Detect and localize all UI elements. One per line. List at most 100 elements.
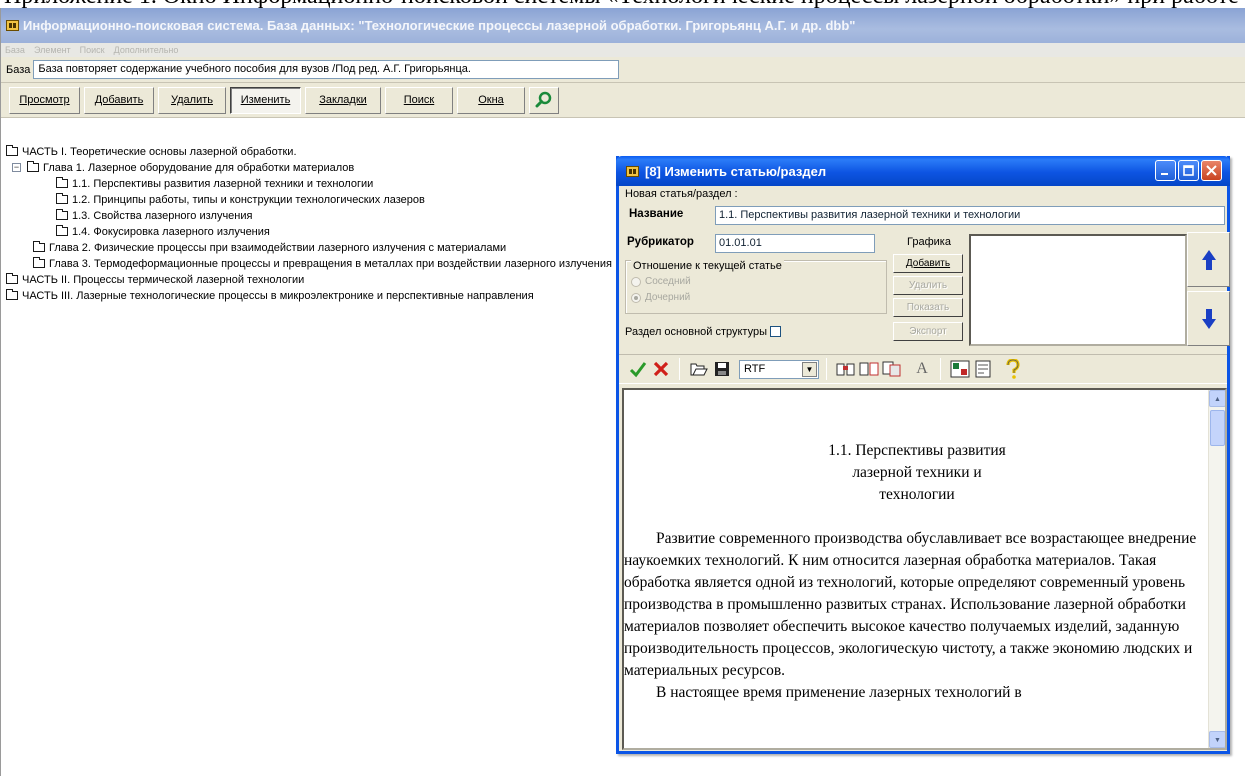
contents-tree: ЧАСТЬ I. Теоретические основы лазерной о… (0, 144, 612, 304)
tree-item[interactable]: 1.2. Принципы работы, типы и конструкции… (0, 192, 612, 208)
tree-item[interactable]: ЧАСТЬ III. Лазерные технологические проц… (0, 288, 612, 304)
minimize-icon (1161, 173, 1168, 175)
graphics-delete-button[interactable]: Удалить (893, 276, 963, 295)
radio-indicator (631, 292, 641, 303)
graphics-export-button[interactable]: Экспорт (893, 322, 963, 341)
folder-icon (6, 273, 18, 284)
tree-item[interactable]: ЧАСТЬ I. Теоретические основы лазерной о… (0, 144, 612, 160)
move-up-button[interactable] (1187, 232, 1230, 287)
folder-icon (6, 289, 18, 300)
tree-item[interactable]: Глава 2. Физические процессы при взаимод… (0, 240, 612, 256)
tree-item[interactable]: − Глава 1. Лазерное оборудование для обр… (0, 160, 612, 176)
graphics-label: Графика (907, 236, 951, 248)
copy-icon (882, 361, 901, 377)
name-input[interactable]: 1.1. Перспективы развития лазерной техни… (715, 206, 1225, 225)
close-button[interactable] (1201, 160, 1222, 181)
document-editor[interactable]: 1.1. Перспективы развития лазерной техни… (622, 388, 1227, 750)
insert-image-button[interactable] (949, 358, 971, 380)
vertical-scrollbar[interactable]: ▲ ▼ (1208, 390, 1225, 748)
folder-icon (6, 145, 18, 156)
menu-search[interactable]: Поиск (80, 45, 105, 55)
binoculars-icon (836, 363, 855, 376)
base-description-field[interactable]: База повторяет содержание учебного пособ… (33, 60, 620, 79)
save-button[interactable] (711, 358, 733, 380)
chevron-down-icon: ▼ (1214, 735, 1221, 744)
graphics-show-button[interactable]: Показать (893, 298, 963, 317)
folder-icon (56, 225, 68, 236)
main-toolbar: Просмотр Добавить Удалить Изменить Закла… (1, 83, 1245, 118)
radio-indicator (631, 276, 641, 287)
tree-item-label: 1.1. Перспективы развития лазерной техни… (72, 178, 374, 190)
document-heading: 1.1. Перспективы развития лазерной техни… (624, 440, 1210, 506)
heading-line-2: лазерной техники и (852, 464, 982, 481)
open-button[interactable] (688, 358, 710, 380)
view-button[interactable]: Просмотр (9, 86, 80, 114)
properties-button[interactable] (972, 358, 994, 380)
scroll-up-button[interactable]: ▲ (1209, 390, 1225, 407)
chevron-down-icon: ▼ (802, 361, 817, 377)
tree-item-label: 1.4. Фокусировка лазерного излучения (72, 226, 270, 238)
add-button[interactable]: Добавить (84, 86, 154, 114)
paragraph-1: Развитие современного производства обусл… (624, 530, 1197, 679)
radio-neighbor[interactable]: Соседний (631, 276, 691, 287)
document-body: Развитие современного производства обусл… (624, 528, 1212, 704)
tree-item-label: ЧАСТЬ III. Лазерные технологические проц… (22, 290, 534, 302)
heading-line-3: технологии (879, 486, 955, 503)
tree-item[interactable]: ЧАСТЬ II. Процессы термической лазерной … (0, 272, 612, 288)
edit-article-dialog: [8] Изменить статью/раздел Новая статья/… (616, 156, 1230, 754)
arrow-up-icon (1201, 249, 1216, 270)
maximize-icon (1183, 165, 1194, 176)
rubricator-label: Рубрикатор (627, 236, 694, 248)
close-icon (1206, 165, 1217, 176)
tree-item-label: ЧАСТЬ I. Теоретические основы лазерной о… (22, 146, 297, 158)
help-button[interactable] (1002, 358, 1024, 380)
folder-icon (56, 209, 68, 220)
menu-base[interactable]: База (5, 45, 25, 55)
name-label: Название (629, 208, 684, 220)
cancel-button[interactable] (650, 358, 672, 380)
bookmarks-button[interactable]: Закладки (305, 86, 381, 114)
collapse-toggle[interactable]: − (12, 163, 21, 172)
menu-extra[interactable]: Дополнительно (114, 45, 179, 55)
check-icon (629, 362, 647, 378)
app-icon (6, 20, 19, 31)
menu-element[interactable]: Элемент (34, 45, 71, 55)
radio-neighbor-label: Соседний (645, 276, 691, 287)
graphics-add-button[interactable]: Добавить (893, 254, 963, 273)
tree-item-label: Глава 1. Лазерное оборудование для обраб… (43, 162, 355, 174)
scroll-thumb[interactable] (1210, 410, 1225, 446)
find-text-button[interactable] (835, 358, 857, 380)
menu-bar: База Элемент Поиск Дополнительно (1, 43, 1245, 57)
dialog-title: [8] Изменить статью/раздел (645, 163, 827, 179)
search-button[interactable]: Поиск (385, 86, 453, 114)
properties-icon (975, 360, 991, 378)
move-down-button[interactable] (1187, 291, 1230, 346)
minimize-button[interactable] (1155, 160, 1176, 181)
maximize-button[interactable] (1178, 160, 1199, 181)
tree-item[interactable]: 1.3. Свойства лазерного излучения (0, 208, 612, 224)
radio-child[interactable]: Дочерний (631, 292, 690, 303)
rubricator-input[interactable]: 01.01.01 (715, 234, 875, 253)
font-button[interactable]: A (911, 358, 933, 380)
tree-item-selected[interactable]: 1.1. Перспективы развития лазерной техни… (0, 176, 612, 192)
edit-button[interactable]: Изменить (230, 86, 301, 114)
find-button[interactable] (529, 86, 559, 114)
scroll-down-button[interactable]: ▼ (1209, 731, 1225, 748)
main-structure-label: Раздел основной структуры (625, 326, 781, 338)
format-select[interactable]: RTF ▼ (739, 359, 819, 379)
copy-text-button[interactable] (881, 358, 903, 380)
windows-button[interactable]: Окна (457, 86, 525, 114)
graphics-preview (969, 234, 1187, 346)
tree-item[interactable]: 1.4. Фокусировка лазерного излучения (0, 224, 612, 240)
delete-button[interactable]: Удалить (158, 86, 226, 114)
window-controls (1153, 160, 1222, 181)
main-structure-checkbox[interactable] (770, 326, 781, 337)
folder-icon (56, 177, 68, 188)
base-info-row: База База повторяет содержание учебного … (1, 57, 1245, 83)
tree-item[interactable]: Глава 3. Термодеформационные процессы и … (0, 256, 612, 272)
main-window-title: Информационно-поисковая система. База да… (23, 18, 856, 33)
arrow-down-icon (1201, 308, 1216, 329)
apply-button[interactable] (627, 358, 649, 380)
replace-text-button[interactable] (858, 358, 880, 380)
dialog-title-bar[interactable]: [8] Изменить статью/раздел (616, 156, 1230, 186)
